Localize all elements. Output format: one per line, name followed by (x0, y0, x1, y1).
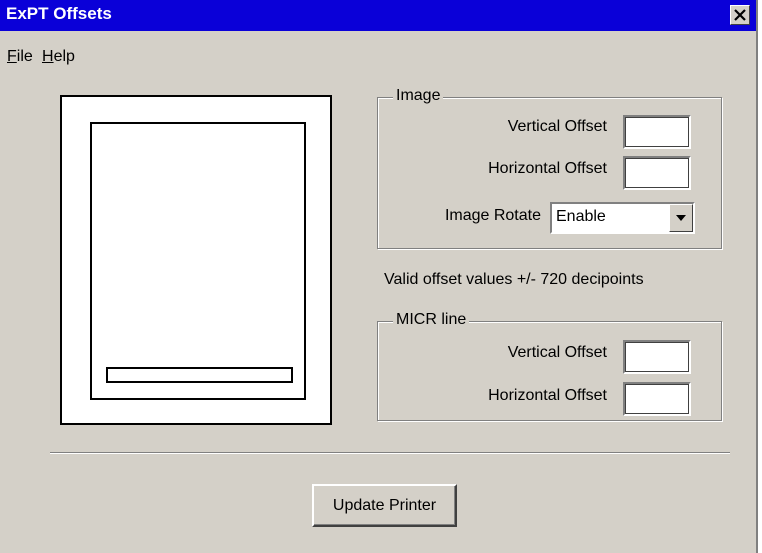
window-title: ExPT Offsets (6, 4, 112, 23)
update-printer-button[interactable]: Update Printer (312, 484, 457, 527)
menu-file[interactable]: File (7, 48, 33, 66)
micr-horizontal-offset-field[interactable] (623, 382, 691, 416)
expt-offsets-window: ExPT Offsets File Help Image Vertical Of… (0, 0, 758, 553)
image-rotate-value: Enable (556, 208, 606, 225)
image-horizontal-offset-field[interactable] (623, 156, 691, 190)
close-button[interactable] (730, 5, 750, 25)
title-bar[interactable]: ExPT Offsets (0, 0, 756, 31)
micr-group-label: MICR line (393, 311, 470, 329)
image-group-label: Image (393, 87, 444, 105)
micr-vertical-offset-input[interactable] (627, 344, 687, 370)
image-horizontal-offset-label: Horizontal Offset (488, 160, 607, 177)
offset-range-note: Valid offset values +/- 720 decipoints (384, 271, 644, 288)
menu-help[interactable]: Help (42, 48, 75, 66)
micr-group: MICR line Vertical Offset Horizontal Off… (377, 311, 722, 421)
image-vertical-offset-input[interactable] (627, 119, 687, 145)
preview-micr-line (106, 367, 293, 383)
image-rotate-select[interactable]: Enable (550, 202, 695, 234)
micr-vertical-offset-field[interactable] (623, 340, 691, 374)
menu-help-accel: H (42, 48, 54, 65)
image-vertical-offset-label: Vertical Offset (507, 118, 607, 135)
image-vertical-offset-field[interactable] (623, 115, 691, 149)
image-horizontal-offset-input[interactable] (627, 160, 687, 186)
image-group: Image Vertical Offset Horizontal Offset … (377, 87, 722, 249)
image-rotate-dropdown-button[interactable] (669, 204, 693, 232)
menu-file-accel: F (7, 48, 17, 65)
micr-horizontal-offset-label: Horizontal Offset (488, 387, 607, 404)
micr-vertical-offset-label: Vertical Offset (507, 344, 607, 361)
image-rotate-label: Image Rotate (444, 207, 541, 224)
menu-file-label: ile (16, 48, 33, 65)
preview-image-area (90, 122, 306, 400)
separator-line (50, 452, 730, 454)
menu-help-label: elp (53, 48, 75, 65)
micr-horizontal-offset-input[interactable] (627, 386, 687, 412)
page-preview (60, 95, 332, 425)
close-icon (734, 9, 746, 21)
chevron-down-icon (676, 215, 686, 221)
